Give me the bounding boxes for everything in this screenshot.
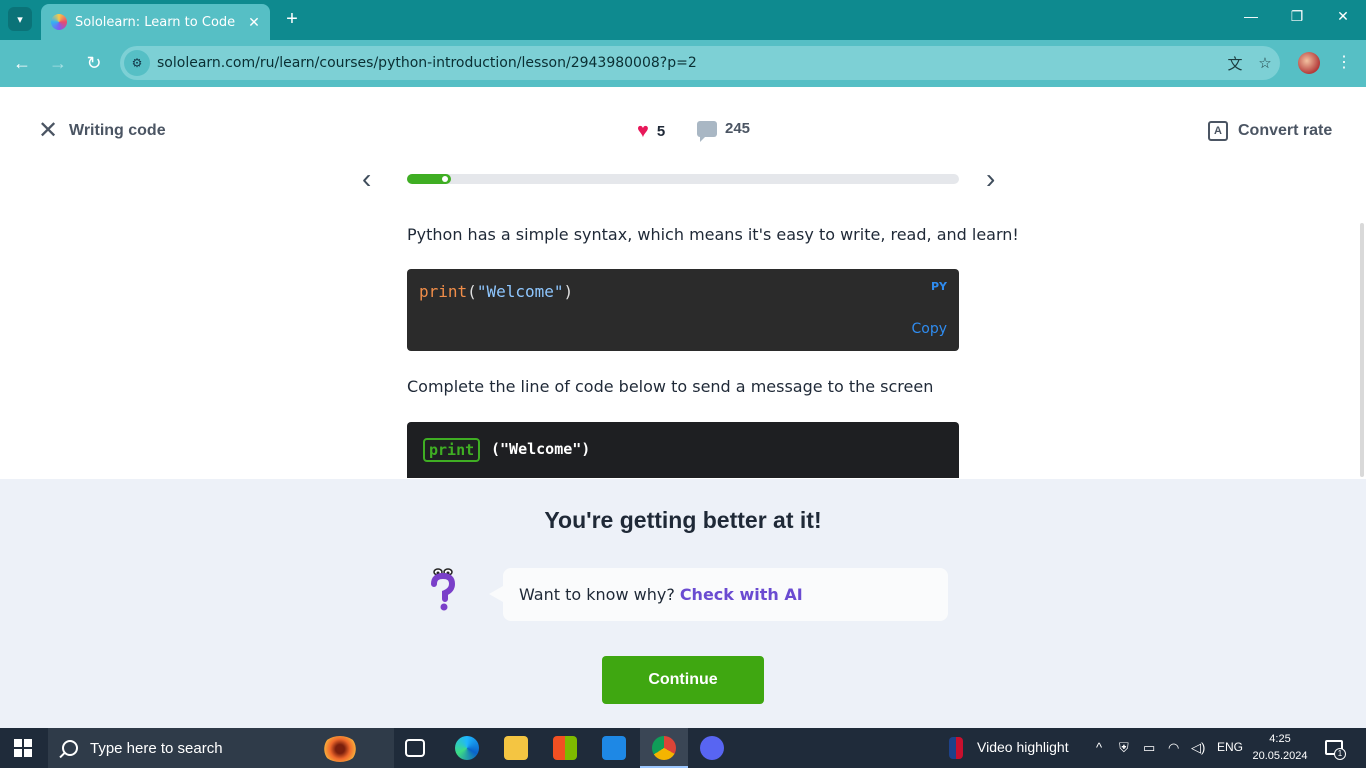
mail-icon[interactable] <box>602 736 626 760</box>
code-keyword: print <box>419 282 468 301</box>
page-scrollbar[interactable] <box>1360 223 1364 477</box>
forward-icon[interactable]: → <box>46 52 70 76</box>
code-line: print("Welcome") <box>419 282 573 301</box>
tab-title: Sololearn: Learn to Code <box>75 14 236 30</box>
tab-search-icon[interactable]: ▾ <box>8 7 32 31</box>
next-page-icon[interactable]: › <box>986 165 995 193</box>
browser-menu-icon[interactable]: ⋮ <box>1336 52 1352 72</box>
clock-date: 20.05.2024 <box>1252 750 1308 762</box>
close-window-icon[interactable]: ✕ <box>1328 8 1358 25</box>
address-bar[interactable]: ⚙ sololearn.com/ru/learn/courses/python-… <box>120 46 1280 80</box>
likes-counter[interactable]: ♥ 5 <box>637 120 665 143</box>
browser-tab[interactable]: Sololearn: Learn to Code ✕ <box>41 4 270 40</box>
notification-count-badge: 1 <box>1334 748 1346 760</box>
sololearn-favicon-icon <box>51 14 67 30</box>
code-close-paren: ) <box>563 282 574 301</box>
code-example-block: print("Welcome") PY Copy <box>407 269 959 351</box>
convert-rate-label: Convert rate <box>1238 122 1333 139</box>
show-hidden-icons-icon[interactable]: ^ <box>1096 740 1102 755</box>
back-icon[interactable]: ← <box>10 52 34 76</box>
close-tab-icon[interactable]: ✕ <box>242 14 266 31</box>
feedback-panel: You're getting better at it! Want to kno… <box>0 479 1366 728</box>
code-language-badge: PY <box>930 280 947 293</box>
input-language[interactable]: ENG <box>1217 740 1243 754</box>
volume-icon[interactable]: ◁) <box>1191 740 1205 756</box>
lesson-page: ✕ Writing code ♥ 5 245 A Convert rate ‹ … <box>0 87 1366 728</box>
lesson-progress-bar <box>407 174 959 184</box>
code-string: "Welcome" <box>476 282 564 301</box>
copy-code-button[interactable]: Copy <box>911 321 947 337</box>
translate-icon[interactable]: 文 <box>1220 53 1250 74</box>
comments-count: 245 <box>725 120 751 137</box>
feedback-title: You're getting better at it! <box>544 507 822 533</box>
heart-icon: ♥ <box>637 120 649 142</box>
continue-button[interactable]: Continue <box>602 656 764 704</box>
previous-page-icon[interactable]: ‹ <box>362 165 371 193</box>
answer-code-rest: ("Welcome") <box>491 440 591 458</box>
check-with-ai-link[interactable]: Check with AI <box>680 585 803 604</box>
task-view-icon[interactable] <box>405 739 425 757</box>
nba-news-icon[interactable] <box>949 737 963 759</box>
task-text: Complete the line of code below to send … <box>407 377 934 396</box>
answer-code-block: print ("Welcome") <box>407 422 959 478</box>
translate-icon: A <box>1208 121 1228 141</box>
likes-count: 5 <box>656 123 666 140</box>
file-explorer-icon[interactable] <box>504 736 528 760</box>
security-shield-icon[interactable]: ⛨ <box>1119 740 1129 756</box>
reload-icon[interactable]: ↻ <box>82 52 106 76</box>
progress-marker <box>442 176 448 182</box>
restore-icon[interactable]: ❐ <box>1282 8 1312 25</box>
lesson-intro-text: Python has a simple syntax, which means … <box>407 225 1019 244</box>
taskbar-search-placeholder: Type here to search <box>90 739 223 757</box>
news-widget-label[interactable]: Video highlight <box>977 739 1069 755</box>
site-info-icon[interactable]: ⚙ <box>124 50 150 76</box>
close-lesson-icon[interactable]: ✕ <box>38 119 58 143</box>
new-tab-icon[interactable]: + <box>281 8 303 30</box>
browser-tab-bar: ▾ Sololearn: Learn to Code ✕ + — ❐ ✕ <box>0 0 1366 40</box>
question-mascot-icon <box>431 568 456 611</box>
clock-time: 4:25 <box>1269 733 1291 745</box>
lesson-title: Writing code <box>69 122 166 139</box>
discord-icon[interactable] <box>700 736 724 760</box>
system-clock[interactable]: 4:25 20.05.2024 <box>1250 731 1310 765</box>
search-highlight-flower-icon[interactable] <box>322 736 358 762</box>
windows-start-icon[interactable] <box>14 739 32 757</box>
ai-explanation-box: Want to know why? Check with AI <box>489 568 948 621</box>
url-text[interactable]: sololearn.com/ru/learn/courses/python-in… <box>157 55 1220 71</box>
search-icon <box>62 740 78 756</box>
profile-avatar[interactable] <box>1298 52 1320 74</box>
comment-bubble-icon <box>697 120 717 142</box>
minimize-icon[interactable]: — <box>1236 8 1266 24</box>
convert-rate-button[interactable]: A Convert rate <box>1208 121 1332 141</box>
browser-toolbar: ← → ↻ ⚙ sololearn.com/ru/learn/courses/p… <box>0 40 1366 87</box>
answer-chip[interactable]: print <box>423 438 481 462</box>
chrome-icon <box>652 736 676 760</box>
edge-browser-icon[interactable] <box>455 736 479 760</box>
battery-icon[interactable]: ▭ <box>1143 740 1155 756</box>
windows-taskbar: Type here to search Video highlight ^ ⛨ … <box>0 728 1366 768</box>
wifi-icon[interactable]: ◠ <box>1168 740 1179 756</box>
ai-question-text: Want to know why? <box>519 585 675 604</box>
comments-counter[interactable]: 245 <box>697 120 751 142</box>
bookmark-star-icon[interactable]: ☆ <box>1250 54 1280 72</box>
microsoft-store-icon[interactable] <box>553 736 577 760</box>
code-open-paren: ( <box>467 282 477 301</box>
